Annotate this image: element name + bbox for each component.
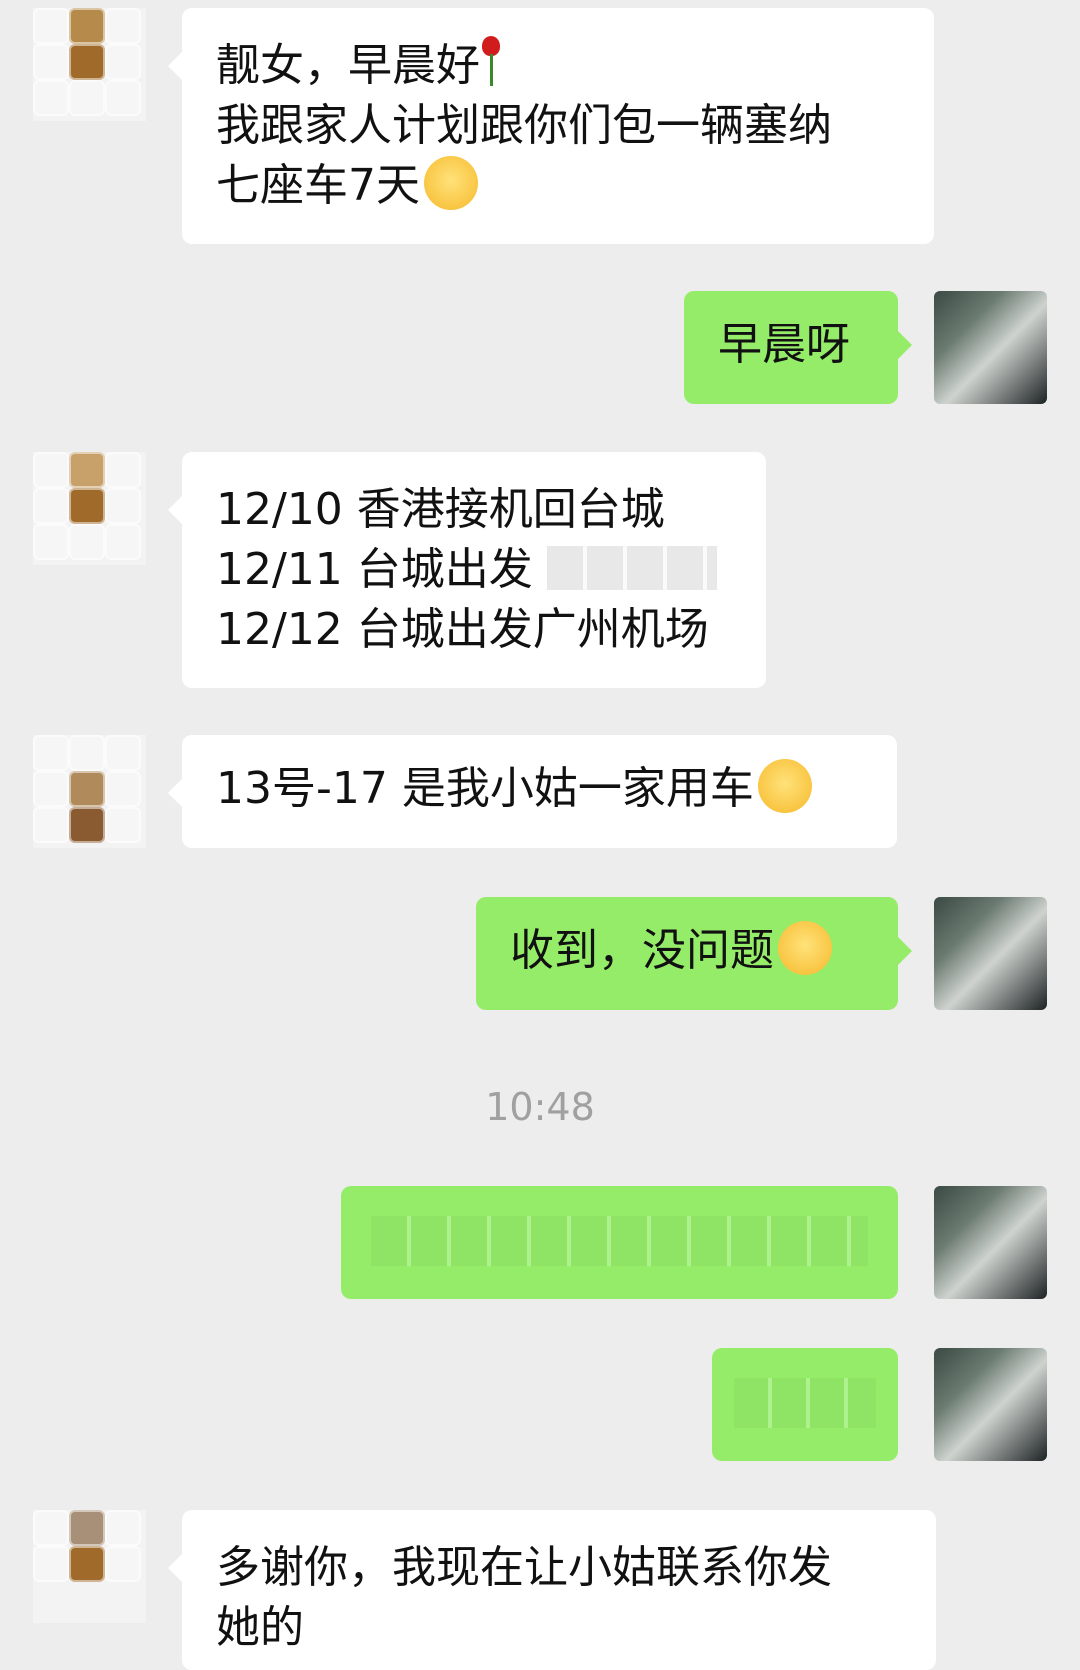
message-line: 我跟家人计划跟你们包一辆塞纳 — [216, 100, 832, 151]
think-emoji-icon — [778, 921, 832, 975]
incoming-message-bubble[interactable]: 多谢你，我现在让小姑联系你发 她的 — [168, 1510, 936, 1670]
contact-avatar[interactable] — [33, 452, 146, 565]
incoming-message-bubble[interactable]: 13号-17 是我小姑一家用车 — [168, 735, 897, 848]
chat-timestamp: 10:48 — [485, 1085, 595, 1129]
my-avatar[interactable] — [934, 291, 1047, 404]
message-line: 12/12 台城出发广州机场 — [216, 604, 709, 655]
message-line: 12/11 台城出发 — [216, 540, 732, 600]
contact-avatar[interactable] — [33, 1510, 146, 1623]
message-line: 13号-17 是我小姑一家用车 — [216, 759, 863, 819]
smile-emoji-icon — [424, 156, 478, 210]
message-line: 多谢你，我现在让小姑联系你发 — [216, 1542, 832, 1593]
outgoing-message-bubble[interactable]: 早晨呀 — [684, 291, 912, 404]
outgoing-message-bubble[interactable] — [341, 1186, 898, 1299]
message-line: 12/10 香港接机回台城 — [216, 484, 665, 535]
grin-emoji-icon — [757, 759, 812, 813]
incoming-message-bubble[interactable]: 靓女，早晨好 我跟家人计划跟你们包一辆塞纳 七座车7天 — [168, 8, 934, 244]
incoming-message-bubble[interactable]: 12/10 香港接机回台城 12/11 台城出发 12/12 台城出发广州机场 — [168, 452, 766, 688]
message-line: 靓女，早晨好 — [216, 36, 900, 96]
outgoing-message-bubble[interactable] — [712, 1348, 898, 1461]
rose-icon — [480, 36, 502, 88]
outgoing-message-bubble[interactable]: 收到，没问题 — [476, 897, 912, 1010]
my-avatar[interactable] — [934, 1348, 1047, 1461]
contact-avatar[interactable] — [33, 8, 146, 121]
my-avatar[interactable] — [934, 1186, 1047, 1299]
message-line: 她的 — [216, 1602, 304, 1653]
redacted-text — [734, 1378, 876, 1428]
message-line: 七座车7天 — [216, 156, 900, 216]
contact-avatar[interactable] — [33, 735, 146, 848]
message-line: 收到，没问题 — [510, 921, 864, 981]
my-avatar[interactable] — [934, 897, 1047, 1010]
redacted-text — [371, 1216, 868, 1266]
message-line: 早晨呀 — [718, 319, 850, 370]
redacted-text — [546, 546, 717, 590]
